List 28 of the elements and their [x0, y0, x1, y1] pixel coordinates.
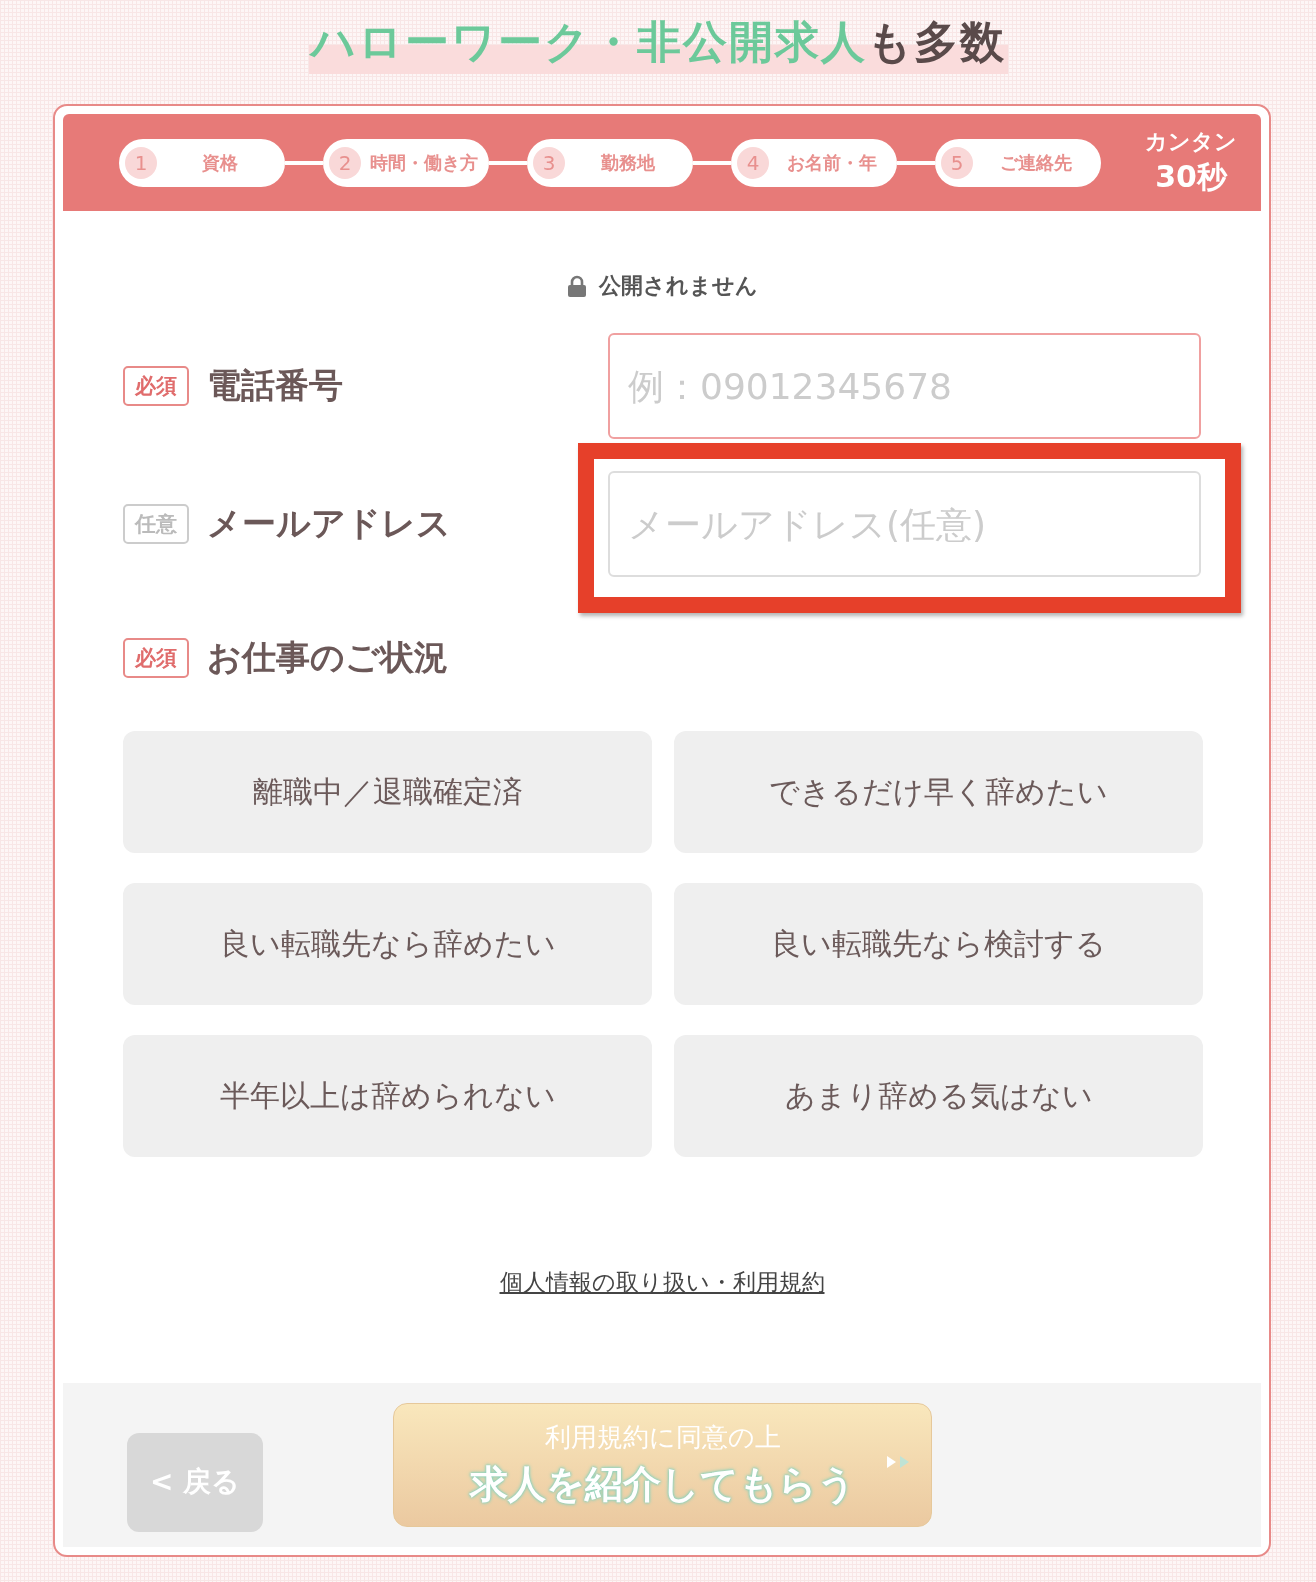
step-label: お名前・年 [786, 150, 878, 175]
option-button[interactable]: 良い転職先なら辞めたい [123, 883, 652, 1005]
step-label: 時間・働き方 [369, 150, 479, 175]
double-arrow-icon [887, 1456, 911, 1468]
step-number: 3 [533, 146, 565, 179]
field-badge: 必須 [123, 638, 189, 678]
option-button[interactable]: 離職中／退職確定済 [123, 731, 652, 853]
option-button[interactable]: 半年以上は辞められない [123, 1035, 652, 1157]
step-number: 4 [737, 146, 769, 179]
duration-label: カンタン [1145, 128, 1237, 156]
step-label: ご連絡先 [999, 150, 1073, 175]
step-label: 勤務地 [600, 150, 656, 175]
duration-value: 30秒 [1155, 158, 1227, 196]
step-number: 1 [125, 146, 157, 179]
privacy-note: 公開されません [598, 272, 758, 300]
option-button[interactable]: できるだけ早く辞めたい [674, 731, 1203, 853]
section-label: お仕事のご状況 [207, 636, 448, 679]
step-label: 資格 [201, 150, 239, 175]
field-badge: 必須 [123, 366, 189, 406]
option-button[interactable]: あまり辞める気はない [674, 1035, 1203, 1157]
terms-link[interactable]: 個人情報の取り扱い・利用規約 [499, 1269, 825, 1295]
step-number: 2 [329, 146, 361, 179]
field-label: 電話番号 [207, 364, 343, 407]
option-button[interactable]: 良い転職先なら検討する [674, 883, 1203, 1005]
step-number: 5 [941, 146, 973, 179]
field-badge: 任意 [123, 504, 189, 544]
field-label: メールアドレス [207, 502, 451, 545]
lock-icon [566, 275, 587, 297]
